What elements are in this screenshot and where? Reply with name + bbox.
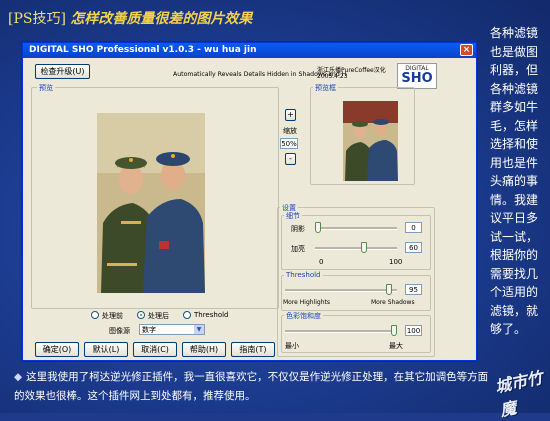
threshold-slider-track: [285, 289, 397, 292]
cancel-button[interactable]: 取消(C): [133, 342, 177, 357]
default-button[interactable]: 默认(L): [84, 342, 128, 357]
small-preview-label: 预览框: [313, 83, 338, 93]
chevron-down-icon: ▼: [194, 325, 204, 334]
scale-max-label: 100: [389, 258, 403, 266]
more-shadows-label: More Shadows: [371, 299, 415, 306]
check-update-button[interactable]: 检查升级(U): [35, 64, 90, 79]
source-label: 图像源: [109, 327, 130, 335]
bright-slider-track: [315, 247, 397, 250]
guide-button[interactable]: 指南(T): [231, 342, 275, 357]
bright-value[interactable]: 60: [405, 242, 422, 253]
radio-before[interactable]: [91, 311, 99, 319]
saturation-value[interactable]: 100: [405, 325, 422, 336]
close-button[interactable]: ×: [460, 44, 473, 56]
shadow-label: 阴影: [291, 225, 305, 233]
threshold-slider-thumb[interactable]: [385, 284, 392, 295]
dialog-titlebar[interactable]: DIGITAL SHO Professional v1.0.3 - wu hua…: [23, 43, 476, 58]
saturation-label: 色彩饱和度: [284, 311, 323, 321]
shadow-value[interactable]: 0: [405, 222, 422, 233]
zoom-out-button[interactable]: -: [285, 153, 296, 165]
bright-label: 加亮: [291, 245, 305, 253]
scale-min-label: 0: [319, 258, 324, 266]
digital-sho-logo: DIGITAL SHO: [397, 63, 437, 89]
preview-photo: [97, 113, 205, 293]
dialog-title: DIGITAL SHO Professional v1.0.3 - wu hua…: [29, 45, 257, 55]
bottom-caption-text: 这里我使用了柯达逆光修正插件，我一直很喜欢它，不仅仅是作逆光修正处理，在其它加调…: [14, 371, 489, 402]
source-select-value: 数字: [142, 326, 156, 334]
detail-label: 细节: [284, 211, 302, 221]
ok-button[interactable]: 确定(O): [35, 342, 79, 357]
bright-slider-thumb[interactable]: [360, 242, 367, 253]
watermark-logo: 城市竹魔: [493, 367, 545, 421]
preview-label: 预览: [37, 83, 55, 93]
shadow-slider-track: [315, 227, 397, 230]
sat-min-label: 最小: [285, 342, 299, 350]
radio-after-label: 处理后: [148, 312, 169, 320]
plugin-dialog: DIGITAL SHO Professional v1.0.3 - wu hua…: [22, 42, 477, 361]
slide-title-main: 怎样改善质量很差的图片效果: [70, 11, 253, 27]
credit-line-2: 2005.4.23: [317, 73, 348, 80]
zoom-value: 50%: [280, 138, 298, 149]
slide-title-prefix: [PS技巧]: [8, 11, 66, 27]
zoom-in-button[interactable]: +: [285, 109, 296, 121]
logo-text: SHO: [401, 71, 433, 86]
small-preview-photo: [343, 101, 398, 181]
bullet-icon: ◆: [14, 371, 23, 383]
radio-threshold-label: Threshold: [194, 311, 229, 319]
slide-title: [PS技巧] 怎样改善质量很差的图片效果: [8, 8, 252, 28]
source-select[interactable]: 数字 ▼: [139, 324, 205, 335]
threshold-label: Threshold: [284, 271, 323, 279]
zoom-label: 缩放: [283, 127, 297, 135]
bottom-caption: ◆ 这里我使用了柯达逆光修正插件，我一直很喜欢它，不仅仅是作逆光修正处理，在其它加…: [14, 368, 489, 406]
side-text: 各种滤镜也是做图利器，但各种滤镜群多如牛毛，怎样选择和使用也是件头痛的事情。我建…: [490, 26, 539, 336]
help-button[interactable]: 帮助(H): [182, 342, 226, 357]
shadow-slider-thumb[interactable]: [315, 222, 321, 233]
threshold-value[interactable]: 95: [405, 284, 422, 295]
radio-threshold[interactable]: [183, 311, 191, 319]
saturation-slider-thumb[interactable]: [391, 325, 397, 336]
more-highlights-label: More Highlights: [283, 299, 330, 306]
saturation-slider-track: [285, 330, 397, 333]
radio-after[interactable]: [137, 311, 145, 319]
sat-max-label: 最大: [389, 342, 403, 350]
radio-before-label: 处理前: [102, 312, 123, 320]
